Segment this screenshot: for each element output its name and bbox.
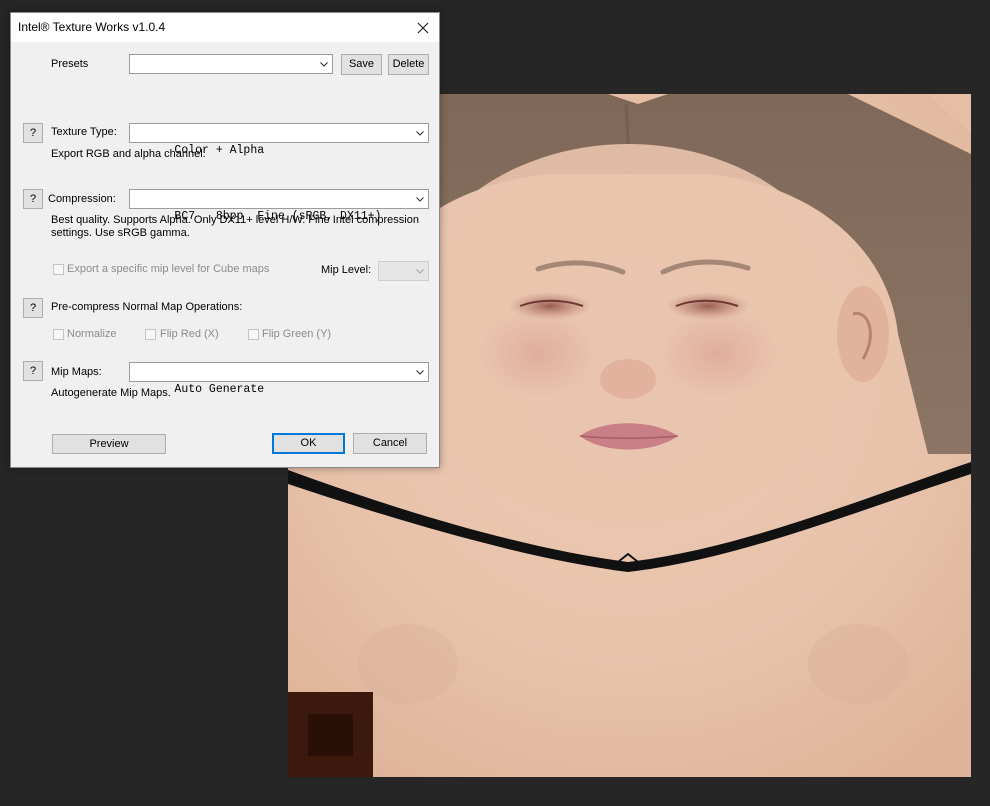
- flip-green-checkbox[interactable]: [248, 329, 259, 340]
- texture-type-label: Texture Type:: [51, 126, 117, 138]
- mip-level-label: Mip Level:: [321, 264, 372, 276]
- flip-red-label: Flip Red (X): [160, 328, 219, 340]
- texture-type-description: Export RGB and alpha channel.: [51, 148, 206, 160]
- mip-maps-label: Mip Maps:: [51, 366, 102, 378]
- mip-maps-value: Auto Generate: [174, 383, 265, 396]
- compression-description-line1: Best quality. Supports Alpha. Only DX11+…: [51, 214, 419, 226]
- chevron-down-icon: [416, 131, 424, 136]
- cube-mip-checkbox-label: Export a specific mip level for Cube map…: [67, 263, 270, 275]
- close-icon: [417, 22, 429, 33]
- normal-map-label: Pre-compress Normal Map Operations:: [51, 301, 243, 313]
- normalize-checkbox[interactable]: [53, 329, 64, 340]
- canvas-area: Intel® Texture Works v1.0.4 Presets Save…: [0, 0, 990, 806]
- texture-works-dialog: Intel® Texture Works v1.0.4 Presets Save…: [10, 12, 440, 468]
- close-button[interactable]: [407, 13, 439, 42]
- delete-button[interactable]: Delete: [388, 54, 429, 75]
- title-bar[interactable]: Intel® Texture Works v1.0.4: [11, 13, 439, 42]
- flip-green-label: Flip Green (Y): [262, 328, 332, 340]
- cube-mip-checkbox[interactable]: [53, 264, 64, 275]
- normal-map-help-button[interactable]: ?: [23, 298, 43, 318]
- preview-button[interactable]: Preview: [52, 434, 166, 454]
- chevron-down-icon: [416, 370, 424, 375]
- compression-description: Best quality. Supports Alpha. Only DX11+…: [51, 214, 431, 240]
- presets-label: Presets: [51, 58, 89, 70]
- ok-button[interactable]: OK: [272, 433, 345, 454]
- compression-dropdown[interactable]: BC7 8bpp Fine (sRGB, DX11+): [129, 189, 429, 223]
- mip-level-dropdown[interactable]: [378, 261, 429, 281]
- chevron-down-icon: [320, 62, 328, 67]
- normalize-label: Normalize: [67, 328, 117, 340]
- texture-type-help-button[interactable]: ?: [23, 123, 43, 143]
- flip-red-checkbox[interactable]: [145, 329, 156, 340]
- compression-description-line2: settings. Use sRGB gamma.: [51, 227, 190, 239]
- mip-maps-description: Autogenerate Mip Maps.: [51, 387, 171, 399]
- presets-dropdown[interactable]: [129, 54, 333, 74]
- cancel-button[interactable]: Cancel: [353, 433, 427, 454]
- chevron-down-icon: [416, 197, 424, 202]
- texture-type-dropdown[interactable]: Color + Alpha: [129, 123, 429, 157]
- mip-maps-dropdown[interactable]: Auto Generate: [129, 362, 429, 396]
- mip-maps-help-button[interactable]: ?: [23, 361, 43, 381]
- dialog-title: Intel® Texture Works v1.0.4: [18, 20, 166, 34]
- save-button[interactable]: Save: [341, 54, 382, 75]
- compression-label: Compression:: [48, 193, 116, 205]
- compression-help-button[interactable]: ?: [23, 189, 43, 209]
- chevron-down-icon: [416, 269, 424, 274]
